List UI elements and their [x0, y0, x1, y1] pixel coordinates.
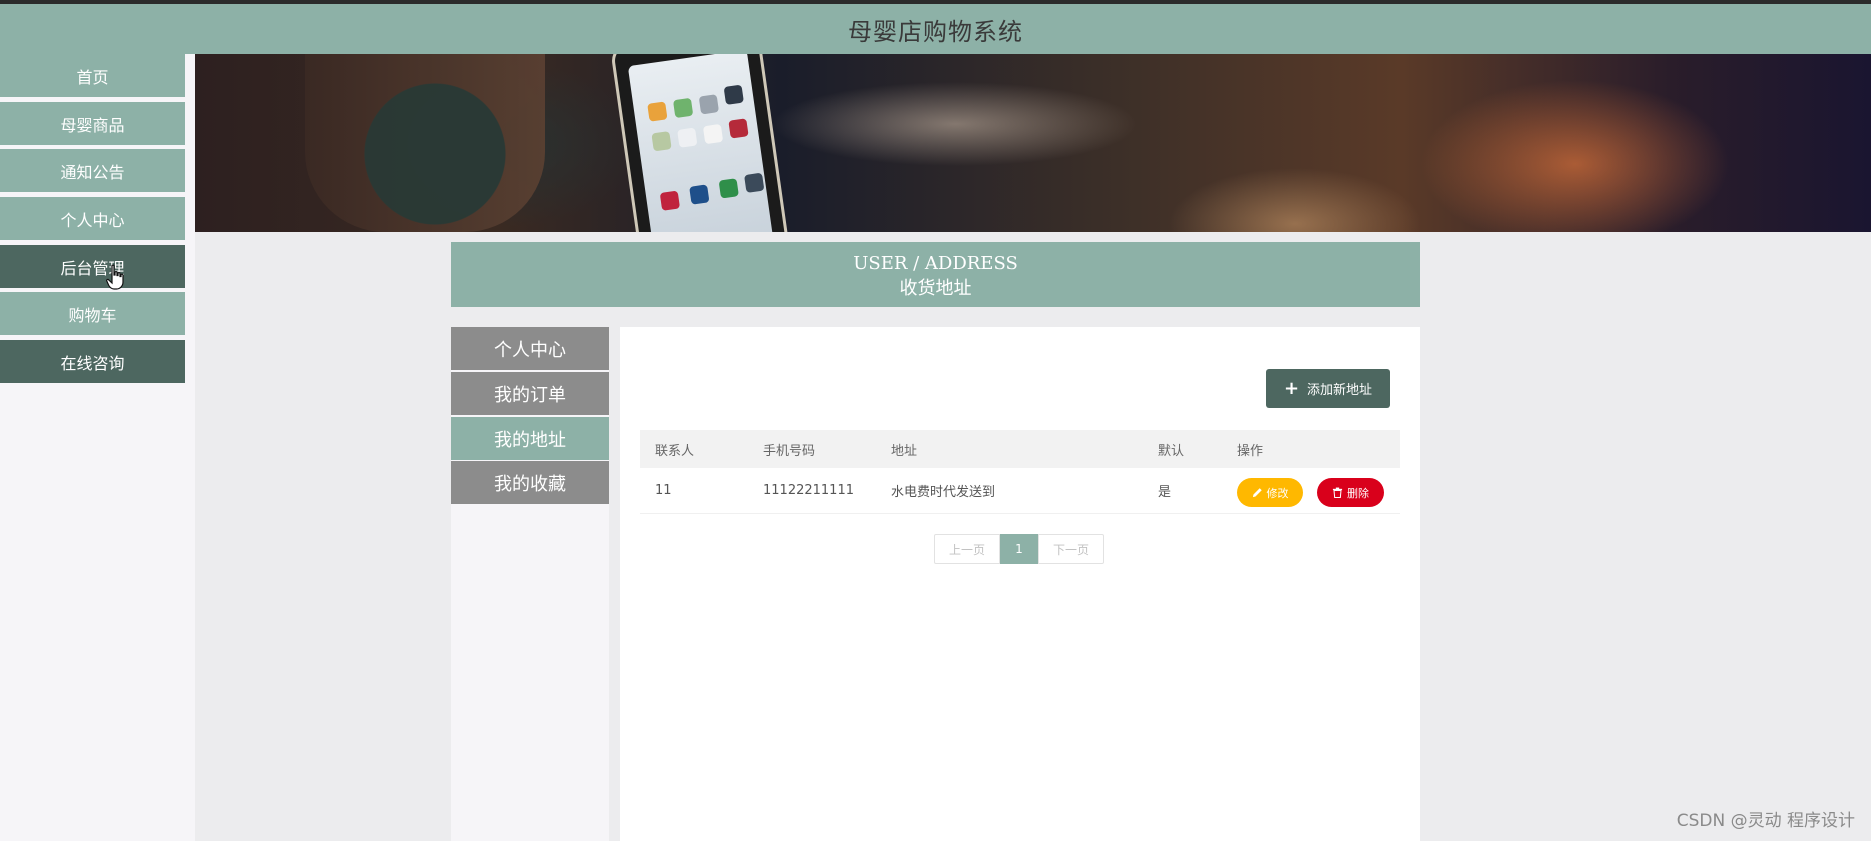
cell-default: 是 — [1158, 485, 1172, 500]
nav-item-cart[interactable]: 购物车 — [0, 292, 185, 335]
menu-item-favorites[interactable]: 我的收藏 — [451, 461, 609, 504]
plus-icon: + — [1283, 377, 1300, 399]
main-sidebar: 首页 母婴商品 通知公告 个人中心 后台管理 购物车 在线咨询 — [0, 54, 195, 841]
header-address: 地址 — [891, 443, 918, 459]
nav-item-consult[interactable]: 在线咨询 — [0, 340, 185, 383]
section-header: USER / ADDRESS 收货地址 — [451, 242, 1420, 307]
menu-item-address[interactable]: 我的地址 — [451, 417, 609, 460]
header-actions: 操作 — [1237, 443, 1264, 459]
menu-item-orders[interactable]: 我的订单 — [451, 372, 609, 415]
edit-label: 修改 — [1266, 486, 1289, 500]
current-page-button[interactable]: 1 — [1000, 534, 1038, 564]
table-header-row: 联系人 手机号码 地址 默认 操作 — [640, 430, 1400, 468]
hero-banner-image — [195, 54, 1871, 232]
delete-address-button[interactable]: 删除 — [1317, 478, 1384, 507]
nav-item-notices[interactable]: 通知公告 — [0, 149, 185, 192]
table-row: 11 11122211111 水电费时代发送到 是 修改 删除 — [640, 468, 1400, 514]
header-default: 默认 — [1158, 443, 1185, 459]
header-phone: 手机号码 — [763, 443, 816, 459]
delete-label: 删除 — [1347, 486, 1369, 500]
next-page-button[interactable]: 下一页 — [1038, 534, 1104, 564]
user-center-menu: 个人中心 我的订单 我的地址 我的收藏 — [451, 327, 609, 841]
site-header: 母婴店购物系统 — [0, 4, 1871, 54]
prev-page-button[interactable]: 上一页 — [934, 534, 1000, 564]
pagination: 上一页 1 下一页 — [934, 534, 1104, 564]
cell-phone: 11122211111 — [763, 483, 854, 498]
menu-item-profile[interactable]: 个人中心 — [451, 327, 609, 370]
coffee-cup-graphic — [305, 54, 545, 232]
trash-icon — [1332, 487, 1343, 498]
section-title-en: USER / ADDRESS — [853, 253, 1018, 274]
section-title-zh: 收货地址 — [899, 278, 972, 299]
edit-address-button[interactable]: 修改 — [1237, 478, 1303, 507]
add-address-button[interactable]: + 添加新地址 — [1266, 369, 1390, 408]
header-contact: 联系人 — [655, 443, 695, 459]
pencil-icon — [1252, 488, 1262, 498]
hand-cursor-icon — [106, 264, 124, 290]
address-table: 联系人 手机号码 地址 默认 操作 11 11122211111 水电费时代发送… — [640, 430, 1400, 514]
nav-item-admin[interactable]: 后台管理 — [0, 245, 185, 288]
nav-item-products[interactable]: 母婴商品 — [0, 102, 185, 145]
smartphone-graphic — [609, 54, 791, 232]
nav-item-home[interactable]: 首页 — [0, 54, 185, 97]
address-panel: + 添加新地址 联系人 手机号码 地址 默认 操作 11 11122211111… — [620, 327, 1420, 841]
cell-address: 水电费时代发送到 — [891, 485, 996, 500]
nav-item-profile[interactable]: 个人中心 — [0, 197, 185, 240]
site-title: 母婴店购物系统 — [848, 17, 1023, 46]
cell-contact: 11 — [655, 483, 672, 498]
csdn-watermark: CSDN @灵动 程序设计 — [1676, 811, 1855, 831]
add-address-label: 添加新地址 — [1307, 383, 1373, 398]
